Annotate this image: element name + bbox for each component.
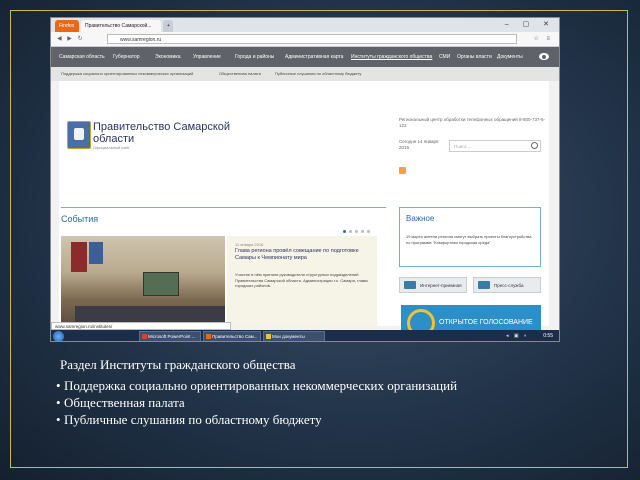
press-icon <box>478 281 490 289</box>
taskbar-label: Мои документы <box>272 334 305 339</box>
nav-cities[interactable]: Города и районы <box>235 47 274 67</box>
nav-documents[interactable]: Документы <box>497 47 523 67</box>
caption-item: Публичные слушания по областному бюджету <box>56 411 616 428</box>
clock[interactable]: 0:55 <box>543 330 553 341</box>
photo-emblem <box>89 242 103 264</box>
site-title[interactable]: Правительство Самарской области <box>93 121 233 145</box>
nav-authorities[interactable]: Органы власти <box>457 47 492 67</box>
photo-flag <box>71 242 87 272</box>
nav-admin-map[interactable]: Административная карта <box>285 47 343 67</box>
powerpoint-icon <box>142 334 147 339</box>
news-photo[interactable] <box>61 236 225 326</box>
subnav-public-chamber[interactable]: Общественная палата <box>219 67 261 81</box>
accessibility-eye-icon[interactable] <box>539 53 549 60</box>
status-url: www.samregion.ru/institutes/ <box>51 322 231 330</box>
caption-item: Общественная палата <box>56 394 616 411</box>
nav-media[interactable]: СМИ <box>439 47 450 67</box>
subnav-nko-support[interactable]: Поддержка социально ориентированных неко… <box>61 67 193 81</box>
subnav-budget-hearings[interactable]: Публичные слушания по областному бюджету <box>275 67 361 81</box>
current-date: Сегодня 14 января 2016 <box>399 139 439 150</box>
slide-caption: Раздел Институты гражданского общества П… <box>56 356 616 428</box>
carousel-dot[interactable] <box>367 230 370 233</box>
rss-icon[interactable] <box>399 167 406 174</box>
important-heading[interactable]: Важное <box>406 214 434 223</box>
tab-samregion[interactable]: Правительство Самарской... <box>81 20 161 32</box>
new-tab-button[interactable]: + <box>163 20 173 32</box>
caption-title: Раздел Институты гражданского общества <box>60 357 296 372</box>
folder-icon <box>266 334 271 339</box>
caption-list: Поддержка социально ориентированных неко… <box>56 377 616 428</box>
firefox-icon <box>206 334 211 339</box>
site-sub-nav: Поддержка социально ориентированных неко… <box>51 67 559 81</box>
address-bar: ◀ ▶ ↻ www.samregion.ru ☆ ≡ <box>51 32 559 47</box>
system-tray-icons[interactable]: ◂ ▣ ◐ <box>506 333 529 339</box>
events-divider <box>61 207 386 208</box>
reception-label: Интернет-приемная <box>420 283 462 288</box>
important-box: Важное 19 марта жители региона смогут вы… <box>399 207 541 267</box>
site-search-input[interactable]: Поиск ... <box>449 140 541 152</box>
taskbar-powerpoint[interactable]: Microsoft PowerPoint ... <box>139 331 201 341</box>
site-top-nav: Самарская область Губернатор Экономика У… <box>51 47 559 67</box>
navigation-buttons[interactable]: ◀ ▶ ↻ <box>57 35 85 42</box>
taskbar: Microsoft PowerPoint ... Правительство С… <box>51 330 559 341</box>
url-input[interactable]: www.samregion.ru <box>107 34 517 44</box>
tab-bar: Firefox Правительство Самарской... + – ▢… <box>51 18 559 32</box>
news-text: Участие в нём приняли руководители струк… <box>235 272 368 288</box>
taskbar-label: Правительство Сам... <box>212 334 258 339</box>
carousel-dot[interactable] <box>355 230 358 233</box>
news-card[interactable]: 11 января 2016 Глава региона провёл сове… <box>227 236 377 326</box>
window-controls[interactable]: – ▢ ✕ <box>505 20 555 28</box>
taskbar-firefox[interactable]: Правительство Сам... <box>203 331 261 341</box>
browser-screenshot: Firefox Правительство Самарской... + – ▢… <box>50 17 560 342</box>
reception-icon <box>404 281 416 289</box>
nav-civil-institutes[interactable]: Институты гражданского общества <box>351 47 432 67</box>
carousel-dot[interactable] <box>343 230 346 233</box>
taskbar-documents[interactable]: Мои документы <box>263 331 325 341</box>
site-page: Правительство Самарской области Официаль… <box>59 81 549 341</box>
news-date: 11 января 2016 <box>235 242 264 247</box>
press-label: Пресс-служба <box>494 283 524 288</box>
firefox-menu-button[interactable]: Firefox <box>55 20 79 32</box>
events-heading[interactable]: События <box>61 214 98 224</box>
important-text[interactable]: 19 марта жители региона смогут выбрать п… <box>406 234 534 245</box>
site-subtitle: Официальный сайт <box>93 145 130 150</box>
hotline-info: Региональный центр обработки телефонных … <box>399 117 546 128</box>
nav-management[interactable]: Управление <box>193 47 221 67</box>
nav-governor[interactable]: Губернатор <box>113 47 140 67</box>
start-button[interactable] <box>53 331 64 341</box>
news-headline[interactable]: Глава региона провёл совещание по подгот… <box>235 248 375 262</box>
vote-banner-text: ОТКРЫТОЕ ГОЛОСОВАНИЕ <box>439 319 533 326</box>
browser-tools[interactable]: ☆ ≡ <box>533 35 553 42</box>
taskbar-label: Microsoft PowerPoint ... <box>148 334 196 339</box>
internet-reception-button[interactable]: Интернет-приемная <box>399 277 467 293</box>
photo-screen <box>143 272 179 296</box>
caption-item: Поддержка социально ориентированных неко… <box>56 377 616 394</box>
nav-samara-region[interactable]: Самарская область <box>59 47 105 67</box>
carousel-dot[interactable] <box>349 230 352 233</box>
photo-table <box>75 306 225 322</box>
search-icon[interactable] <box>531 142 538 149</box>
press-service-button[interactable]: Пресс-служба <box>473 277 541 293</box>
coat-of-arms-icon[interactable] <box>67 121 91 149</box>
carousel-dot[interactable] <box>361 230 364 233</box>
nav-economy[interactable]: Экономика <box>155 47 180 67</box>
